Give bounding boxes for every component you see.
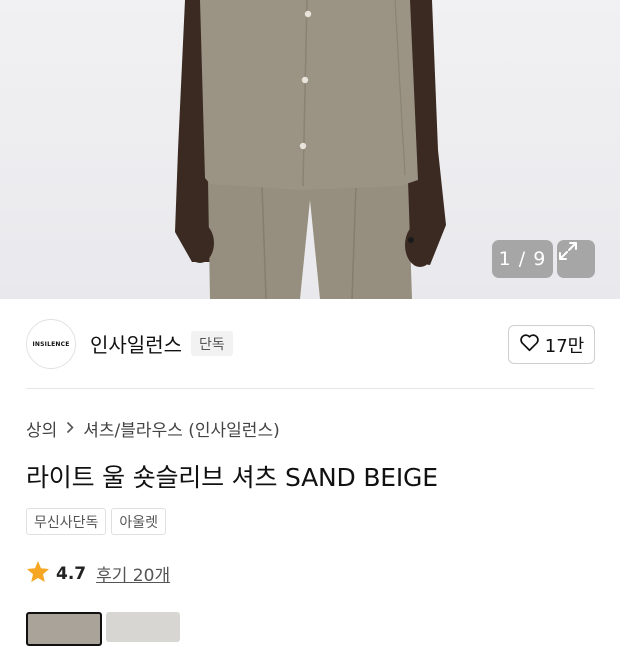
- breadcrumb-category[interactable]: 상의: [26, 416, 57, 441]
- expand-button[interactable]: [557, 240, 595, 278]
- exclusive-badge: 단독: [191, 331, 233, 356]
- rating: 4.7 후기 20개: [26, 560, 170, 587]
- brand-row: INSILENCE 인사일런스 단독 17만: [0, 300, 620, 388]
- product-title: 라이트 울 숏슬리브 셔츠 SAND BEIGE: [26, 463, 438, 492]
- brand-logo[interactable]: INSILENCE: [26, 319, 76, 369]
- brand-name[interactable]: 인사일런스: [90, 329, 182, 358]
- color-thumbnails: [26, 612, 180, 646]
- product-image[interactable]: 1 / 9: [0, 0, 620, 299]
- star-icon: [26, 560, 50, 587]
- heart-icon: [519, 333, 540, 356]
- rating-score: 4.7: [56, 563, 87, 584]
- divider: [26, 388, 594, 389]
- chevron-right-icon: [66, 419, 74, 438]
- tag-musinsa-exclusive: 무신사단독: [26, 508, 107, 535]
- review-link[interactable]: 후기 20개: [96, 561, 170, 586]
- breadcrumb-subcategory[interactable]: 셔츠/블라우스 (인사일런스): [83, 416, 279, 441]
- like-button[interactable]: 17만: [508, 325, 595, 364]
- tag-outlet: 아울렛: [111, 508, 167, 535]
- like-count: 17만: [544, 335, 585, 357]
- thumbnail-selected[interactable]: [26, 612, 102, 646]
- thumbnail[interactable]: [106, 612, 180, 642]
- breadcrumb: 상의 셔츠/블라우스 (인사일런스): [26, 416, 280, 441]
- product-tags: 무신사단독 아울렛: [26, 508, 167, 535]
- image-counter: 1 / 9: [492, 240, 553, 278]
